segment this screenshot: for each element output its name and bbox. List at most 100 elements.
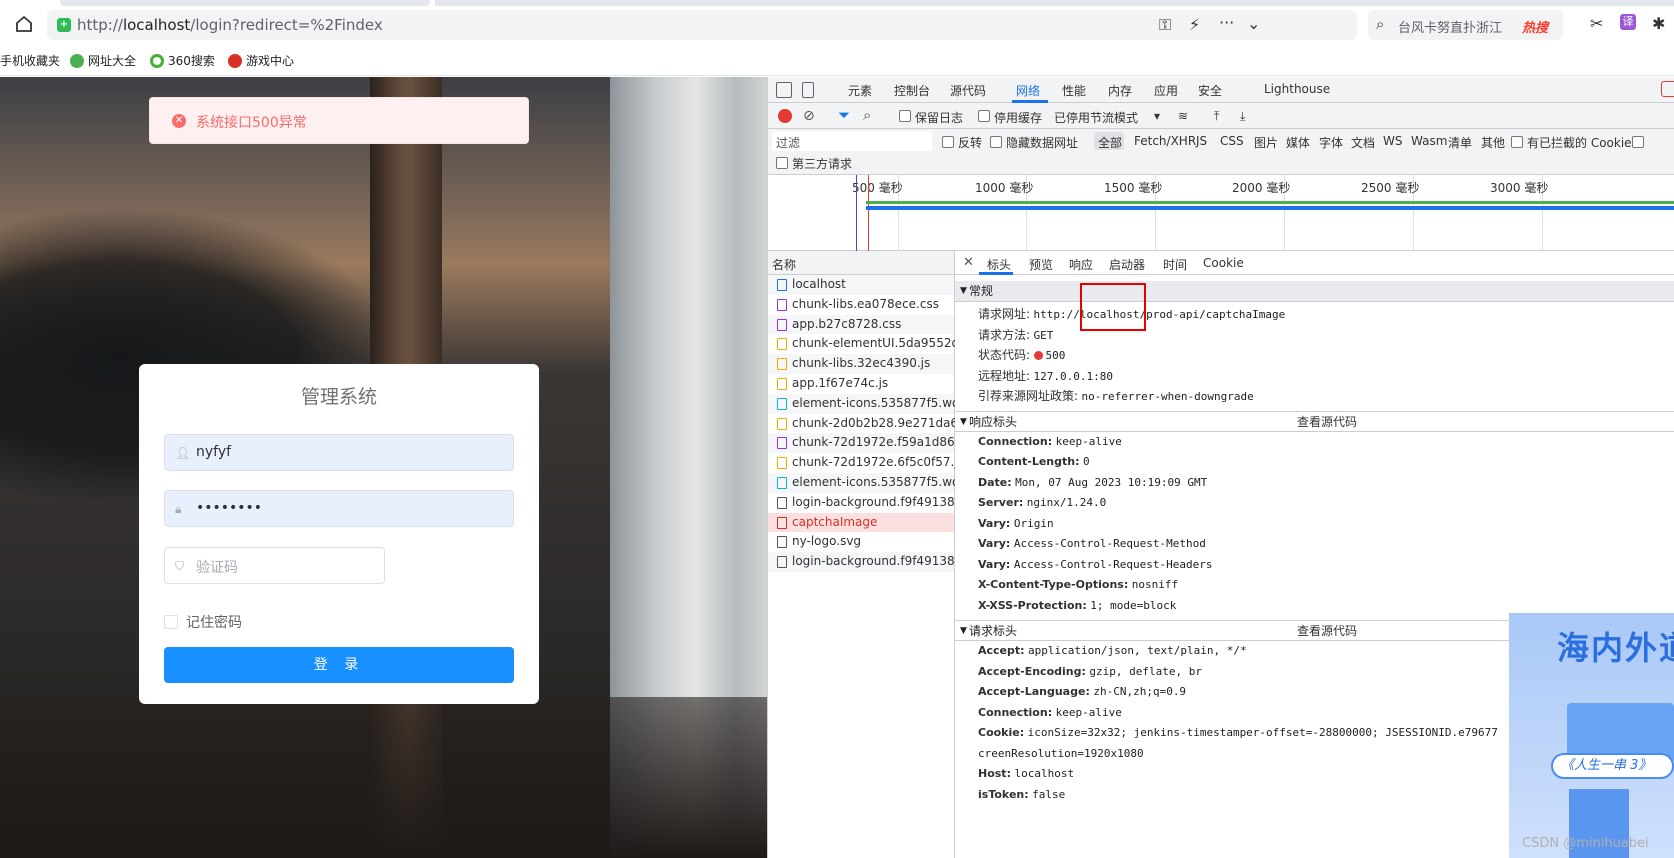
key-icon[interactable]: ⚿ [1159,15,1171,35]
address-url[interactable]: http://localhost/login?redirect=%2Findex [77,16,383,34]
third-party-checkbox[interactable] [776,157,788,169]
filter-icon[interactable]: ⏷ [838,106,850,124]
request-row[interactable]: app.1f67e74c.js [768,374,954,394]
wifi-icon[interactable]: ≋ [1178,109,1188,123]
filter-fetch-xhr[interactable]: Fetch/XHR [1134,134,1196,148]
tab-response[interactable]: 响应 [1069,256,1093,273]
request-row[interactable]: chunk-2d0b2b28.9e271da6.js [768,414,971,434]
tab-strip-right[interactable] [435,0,1674,6]
lightning-icon[interactable]: ⚡ [1189,15,1200,34]
chevron-down-icon[interactable]: ⌄ [1247,14,1260,33]
home-icon[interactable] [14,14,34,34]
view-source-link[interactable]: 查看源代码 [1297,412,1357,433]
preserve-log-checkbox[interactable] [899,110,911,122]
filter-wasm[interactable]: Wasm [1411,134,1447,148]
request-row[interactable]: chunk-elementUI.5da9552d.js [768,334,972,354]
general-section-header[interactable]: ▼ 常规 [955,281,1674,302]
request-row[interactable]: ny-logo.svg [768,532,954,552]
filter-media[interactable]: 媒体 [1286,134,1310,151]
request-row[interactable]: login-background.f9f49138.jpg [768,493,977,513]
filter-other[interactable]: 其他 [1481,134,1505,151]
request-row[interactable]: chunk-libs.ea078ece.css [768,295,954,315]
scissors-icon[interactable]: ✂ [1590,14,1603,33]
tab-console[interactable]: 控制台 [894,82,930,99]
request-row[interactable]: localhost [768,275,954,295]
tab-application[interactable]: 应用 [1154,82,1178,99]
device-toggle-icon[interactable] [802,82,814,98]
request-row[interactable]: chunk-72d1972e.f59a1d86.css [768,433,978,454]
more-icon[interactable]: ··· [1219,13,1234,32]
blocked-cookies-checkbox[interactable] [1511,136,1523,148]
search-icon[interactable]: ⌕ [863,106,871,124]
tab-cookies[interactable]: Cookie [1203,256,1244,270]
tab-memory[interactable]: 内存 [1108,82,1132,99]
request-row[interactable]: login-background.f9f49138.jpg [768,552,977,572]
password-field[interactable]: 🔒︎ •••••••• [164,490,514,527]
filter-ws[interactable]: WS [1383,134,1402,148]
filter-input[interactable]: 过滤 [772,131,932,151]
tab-lighthouse[interactable]: Lighthouse [1264,82,1330,96]
bookmark-360-search[interactable]: 360搜索 [150,52,215,69]
request-row[interactable]: captchaImage [768,512,954,533]
address-bar[interactable]: + http://localhost/login?redirect=%2Find… [47,10,1357,40]
error-count-icon[interactable] [1661,81,1674,97]
filter-js[interactable]: JS [1196,134,1207,148]
response-headers-header[interactable]: ▼ 响应标头 查看源代码 [955,410,1674,433]
tab-security[interactable]: 安全 [1198,82,1222,99]
hot-search-badge[interactable]: 热搜 [1522,17,1548,36]
close-icon[interactable]: ✕ [963,255,974,270]
remember-password[interactable]: 记住密码 [164,612,242,632]
tab-elements[interactable]: 元素 [848,82,872,99]
request-row[interactable]: element-icons.535877f5.woff [768,472,968,493]
invert-checkbox[interactable] [942,136,954,148]
ad-banner[interactable]: 海内外道 《人生一串 3》 [1509,613,1674,858]
remember-checkbox[interactable] [164,615,178,629]
request-row[interactable]: chunk-libs.32ec4390.js [768,354,954,374]
bookmark-game-center[interactable]: 游戏中心 [228,52,294,69]
throttle-select[interactable]: 已停用节流模式 [1054,109,1138,126]
blocked-requests-checkbox[interactable] [1632,136,1644,148]
bookmark-url-directory[interactable]: 网址大全 [70,52,136,69]
tab-performance[interactable]: 性能 [1062,82,1086,99]
request-row[interactable]: element-icons.535877f5.woff [768,393,968,414]
tab-preview[interactable]: 预览 [1029,256,1053,273]
view-source-link[interactable]: 查看源代码 [1297,621,1357,642]
file-type-icon [777,556,787,569]
record-icon[interactable] [778,109,792,123]
tab-initiator[interactable]: 启动器 [1109,256,1145,273]
captcha-field[interactable]: ⛉ 验证码 [164,547,385,584]
username-field[interactable]: 👤︎ nyfyf [164,434,514,471]
header-key: Date: [978,475,1012,489]
ad-pill[interactable]: 《人生一串 3》 [1551,753,1674,779]
filter-manifest[interactable]: 清单 [1448,134,1472,151]
extension-icon[interactable]: ✱ [1652,14,1665,33]
bookmark-mobile[interactable]: 手机收藏夹 [0,52,60,69]
filter-img[interactable]: 图片 [1254,134,1278,151]
filter-css[interactable]: CSS [1220,134,1244,148]
status-error-icon [1033,351,1043,360]
login-button[interactable]: 登 录 [164,647,514,683]
name-column-header[interactable]: 名称 [768,251,954,275]
tab-timing[interactable]: 时间 [1163,256,1187,273]
search-suggestion[interactable]: 台风卡努直扑浙江 [1398,17,1502,36]
tab-strip-left[interactable] [60,0,430,6]
filter-doc[interactable]: 文档 [1351,134,1375,151]
file-type-icon [777,377,787,390]
clear-icon[interactable]: ⊘ [803,108,815,124]
throttle-dropdown-icon[interactable]: ▾ [1154,109,1160,123]
tab-headers[interactable]: 标头 [987,256,1011,273]
translate-icon[interactable]: 译 [1620,14,1636,30]
filter-font[interactable]: 字体 [1319,134,1343,151]
tab-network[interactable]: 网络 [1016,82,1040,99]
search-box[interactable]: ⌕ 台风卡努直扑浙江 热搜 [1368,10,1563,40]
tab-sources[interactable]: 源代码 [950,82,986,99]
network-timeline[interactable]: 500 毫秒 1000 毫秒 1500 毫秒 2000 毫秒 2500 毫秒 3… [768,175,1674,251]
disable-cache-checkbox[interactable] [978,110,990,122]
filter-all[interactable]: 全部 [1098,134,1122,151]
upload-icon[interactable]: ⤒ [1214,109,1219,124]
hide-data-urls-checkbox[interactable] [990,136,1002,148]
inspect-icon[interactable] [776,82,792,98]
request-row[interactable]: chunk-72d1972e.6f5c0f57.js [768,453,964,473]
request-row[interactable]: app.b27c8728.css [768,314,954,335]
download-icon[interactable]: ⤓ [1240,109,1245,124]
